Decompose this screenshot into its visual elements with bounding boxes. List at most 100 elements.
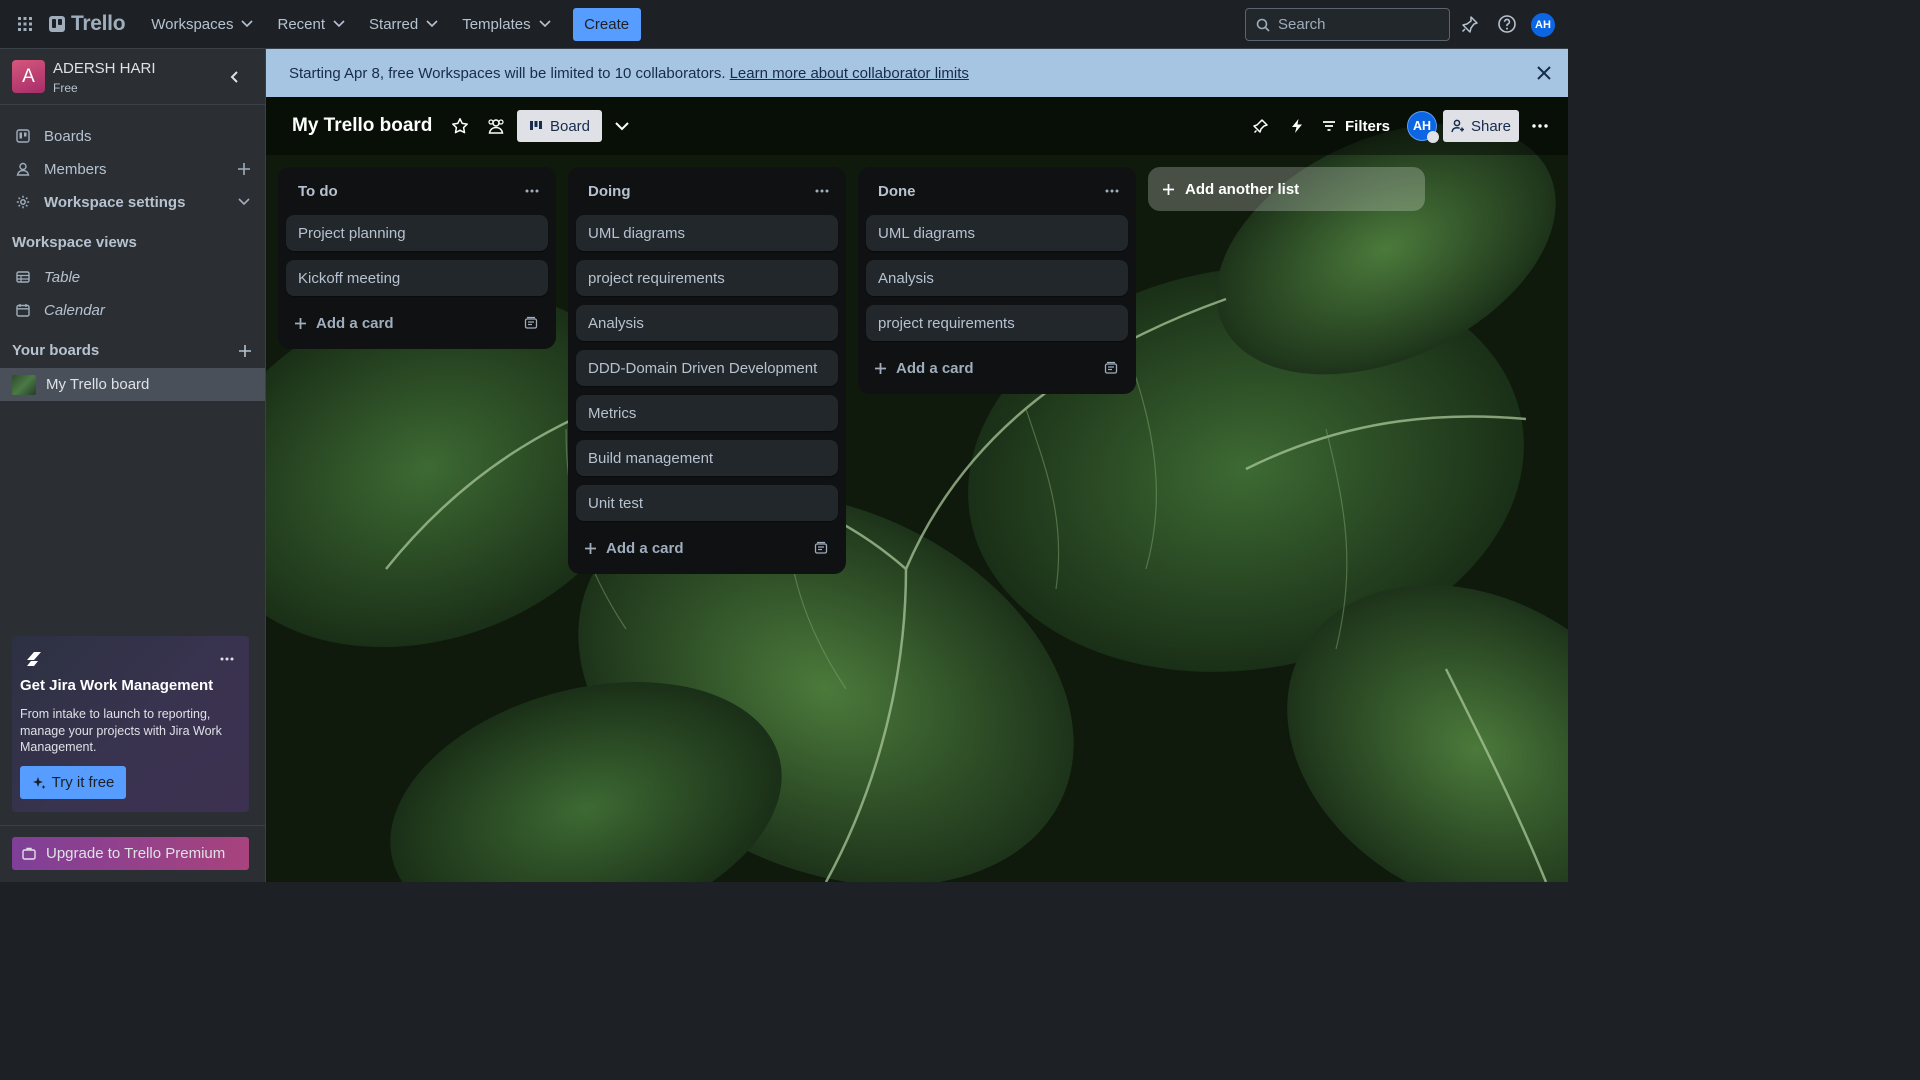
sidebar-item-label: Table — [44, 268, 81, 286]
notifications-icon[interactable] — [1458, 12, 1482, 36]
list-menu-icon[interactable] — [522, 181, 542, 201]
sidebar-item-members[interactable]: Members — [0, 153, 265, 185]
power-ups-icon[interactable] — [1250, 115, 1272, 137]
menu-workspaces-label: Workspaces — [151, 15, 234, 33]
card[interactable]: project requirements — [866, 305, 1128, 341]
close-icon[interactable] — [1534, 63, 1554, 83]
top-navigation: Trello Workspaces Recent Starred Templat… — [0, 0, 1568, 49]
chevron-down-icon — [333, 20, 345, 28]
menu-starred[interactable]: Starred — [359, 8, 448, 40]
collapse-sidebar-icon[interactable] — [225, 67, 245, 87]
card[interactable]: Metrics — [576, 395, 838, 431]
gear-icon — [16, 195, 30, 209]
chevron-down-icon[interactable] — [611, 115, 633, 137]
upgrade-premium-button[interactable]: Upgrade to Trello Premium — [12, 837, 249, 870]
user-avatar[interactable]: AH — [1531, 13, 1555, 37]
sidebar-board-my-trello-board[interactable]: My Trello board — [0, 368, 265, 401]
card-template-icon[interactable] — [1102, 359, 1120, 377]
automation-icon[interactable] — [1286, 115, 1308, 137]
workspace-name[interactable]: ADERSH HARI — [53, 60, 156, 77]
add-card-label: Add a card — [606, 539, 684, 557]
list-header[interactable]: Doing — [568, 167, 846, 215]
chevron-down-icon — [539, 20, 551, 28]
chevron-down-icon — [426, 20, 438, 28]
list-title[interactable]: Done — [878, 183, 916, 200]
filter-icon — [1323, 121, 1335, 131]
trello-logo[interactable]: Trello — [49, 12, 126, 36]
card[interactable]: Build management — [576, 440, 838, 476]
banner-text: Starting Apr 8, free Workspaces will be … — [289, 64, 726, 82]
sidebar-item-workspace-settings[interactable]: Workspace settings — [0, 186, 265, 218]
filters-button[interactable]: Filters — [1322, 110, 1390, 142]
chevron-down-icon[interactable] — [235, 193, 253, 211]
workspace-header: A ADERSH HARI Free — [0, 49, 265, 105]
more-options-icon[interactable] — [218, 650, 236, 668]
filters-label: Filters — [1345, 117, 1391, 135]
list-title[interactable]: Doing — [588, 183, 631, 200]
create-button[interactable]: Create — [572, 7, 641, 41]
list-menu-icon[interactable] — [812, 181, 832, 201]
card[interactable]: DDD-Domain Driven Development — [576, 350, 838, 386]
board-member-initials: AH — [1412, 119, 1432, 133]
board-member-avatar[interactable]: AH — [1407, 111, 1439, 143]
trello-logo-icon — [49, 16, 65, 32]
search-icon — [1256, 18, 1270, 32]
list-title[interactable]: To do — [298, 183, 338, 200]
search-input[interactable] — [1278, 16, 1438, 33]
share-button[interactable]: Share — [1443, 110, 1519, 142]
menu-workspaces[interactable]: Workspaces — [141, 8, 263, 40]
add-board-icon[interactable] — [236, 342, 254, 360]
menu-templates[interactable]: Templates — [452, 8, 560, 40]
add-card-button[interactable]: Add a card — [278, 305, 556, 341]
try-it-free-button[interactable]: Try it free — [20, 766, 126, 799]
card[interactable]: Kickoff meeting — [286, 260, 548, 296]
sidebar-item-table[interactable]: Table — [0, 261, 265, 293]
list-menu-icon[interactable] — [1102, 181, 1122, 201]
promo-description: From intake to launch to reporting, mana… — [20, 707, 222, 754]
upgrade-label: Upgrade to Trello Premium — [46, 845, 226, 862]
more-options-icon[interactable] — [1528, 115, 1552, 137]
card-template-icon[interactable] — [522, 314, 540, 332]
list-header[interactable]: To do — [278, 167, 556, 215]
add-another-list-button[interactable]: Add another list — [1148, 167, 1425, 211]
board-view-label: Board — [549, 117, 591, 135]
app-switcher-icon[interactable] — [13, 12, 37, 36]
add-card-label: Add a card — [316, 314, 394, 332]
help-icon[interactable] — [1495, 12, 1519, 36]
add-card-button[interactable]: Add a card — [568, 530, 846, 566]
search-box[interactable] — [1245, 8, 1450, 41]
card[interactable]: project requirements — [576, 260, 838, 296]
board-title[interactable]: My Trello board — [292, 115, 432, 137]
card[interactable]: Unit test — [576, 485, 838, 521]
plus-icon — [875, 362, 886, 374]
sidebar-item-label: Workspace settings — [44, 193, 186, 211]
sidebar-item-calendar[interactable]: Calendar — [0, 294, 265, 326]
workspace-avatar[interactable]: A — [12, 60, 45, 93]
card[interactable]: UML diagrams — [866, 215, 1128, 251]
card[interactable]: UML diagrams — [576, 215, 838, 251]
table-icon — [16, 271, 30, 283]
calendar-icon — [16, 304, 30, 317]
sidebar-divider — [0, 825, 265, 826]
card[interactable]: Analysis — [866, 260, 1128, 296]
board-icon — [529, 121, 542, 130]
menu-recent[interactable]: Recent — [267, 8, 355, 40]
add-card-button[interactable]: Add a card — [858, 350, 1136, 386]
sidebar-item-boards[interactable]: Boards — [0, 120, 265, 152]
star-icon[interactable] — [449, 115, 471, 137]
add-member-icon[interactable] — [235, 160, 253, 178]
card-template-icon[interactable] — [812, 539, 830, 557]
promo-title: Get Jira Work Management — [20, 677, 214, 694]
primary-menu: Workspaces Recent Starred Templates — [141, 8, 560, 40]
list-header[interactable]: Done — [858, 167, 1136, 215]
add-person-icon — [1451, 119, 1464, 133]
sidebar: A ADERSH HARI Free Boards Members Worksp… — [0, 49, 266, 882]
collaborator-limits-link[interactable]: Learn more about collaborator limits — [730, 65, 969, 82]
chevron-down-icon — [241, 20, 254, 28]
card[interactable]: Analysis — [576, 305, 838, 341]
jira-logo-icon — [24, 650, 44, 668]
menu-starred-label: Starred — [369, 15, 419, 33]
card[interactable]: Project planning — [286, 215, 548, 251]
visibility-icon[interactable] — [485, 115, 507, 137]
board-view-button[interactable]: Board — [517, 110, 602, 142]
